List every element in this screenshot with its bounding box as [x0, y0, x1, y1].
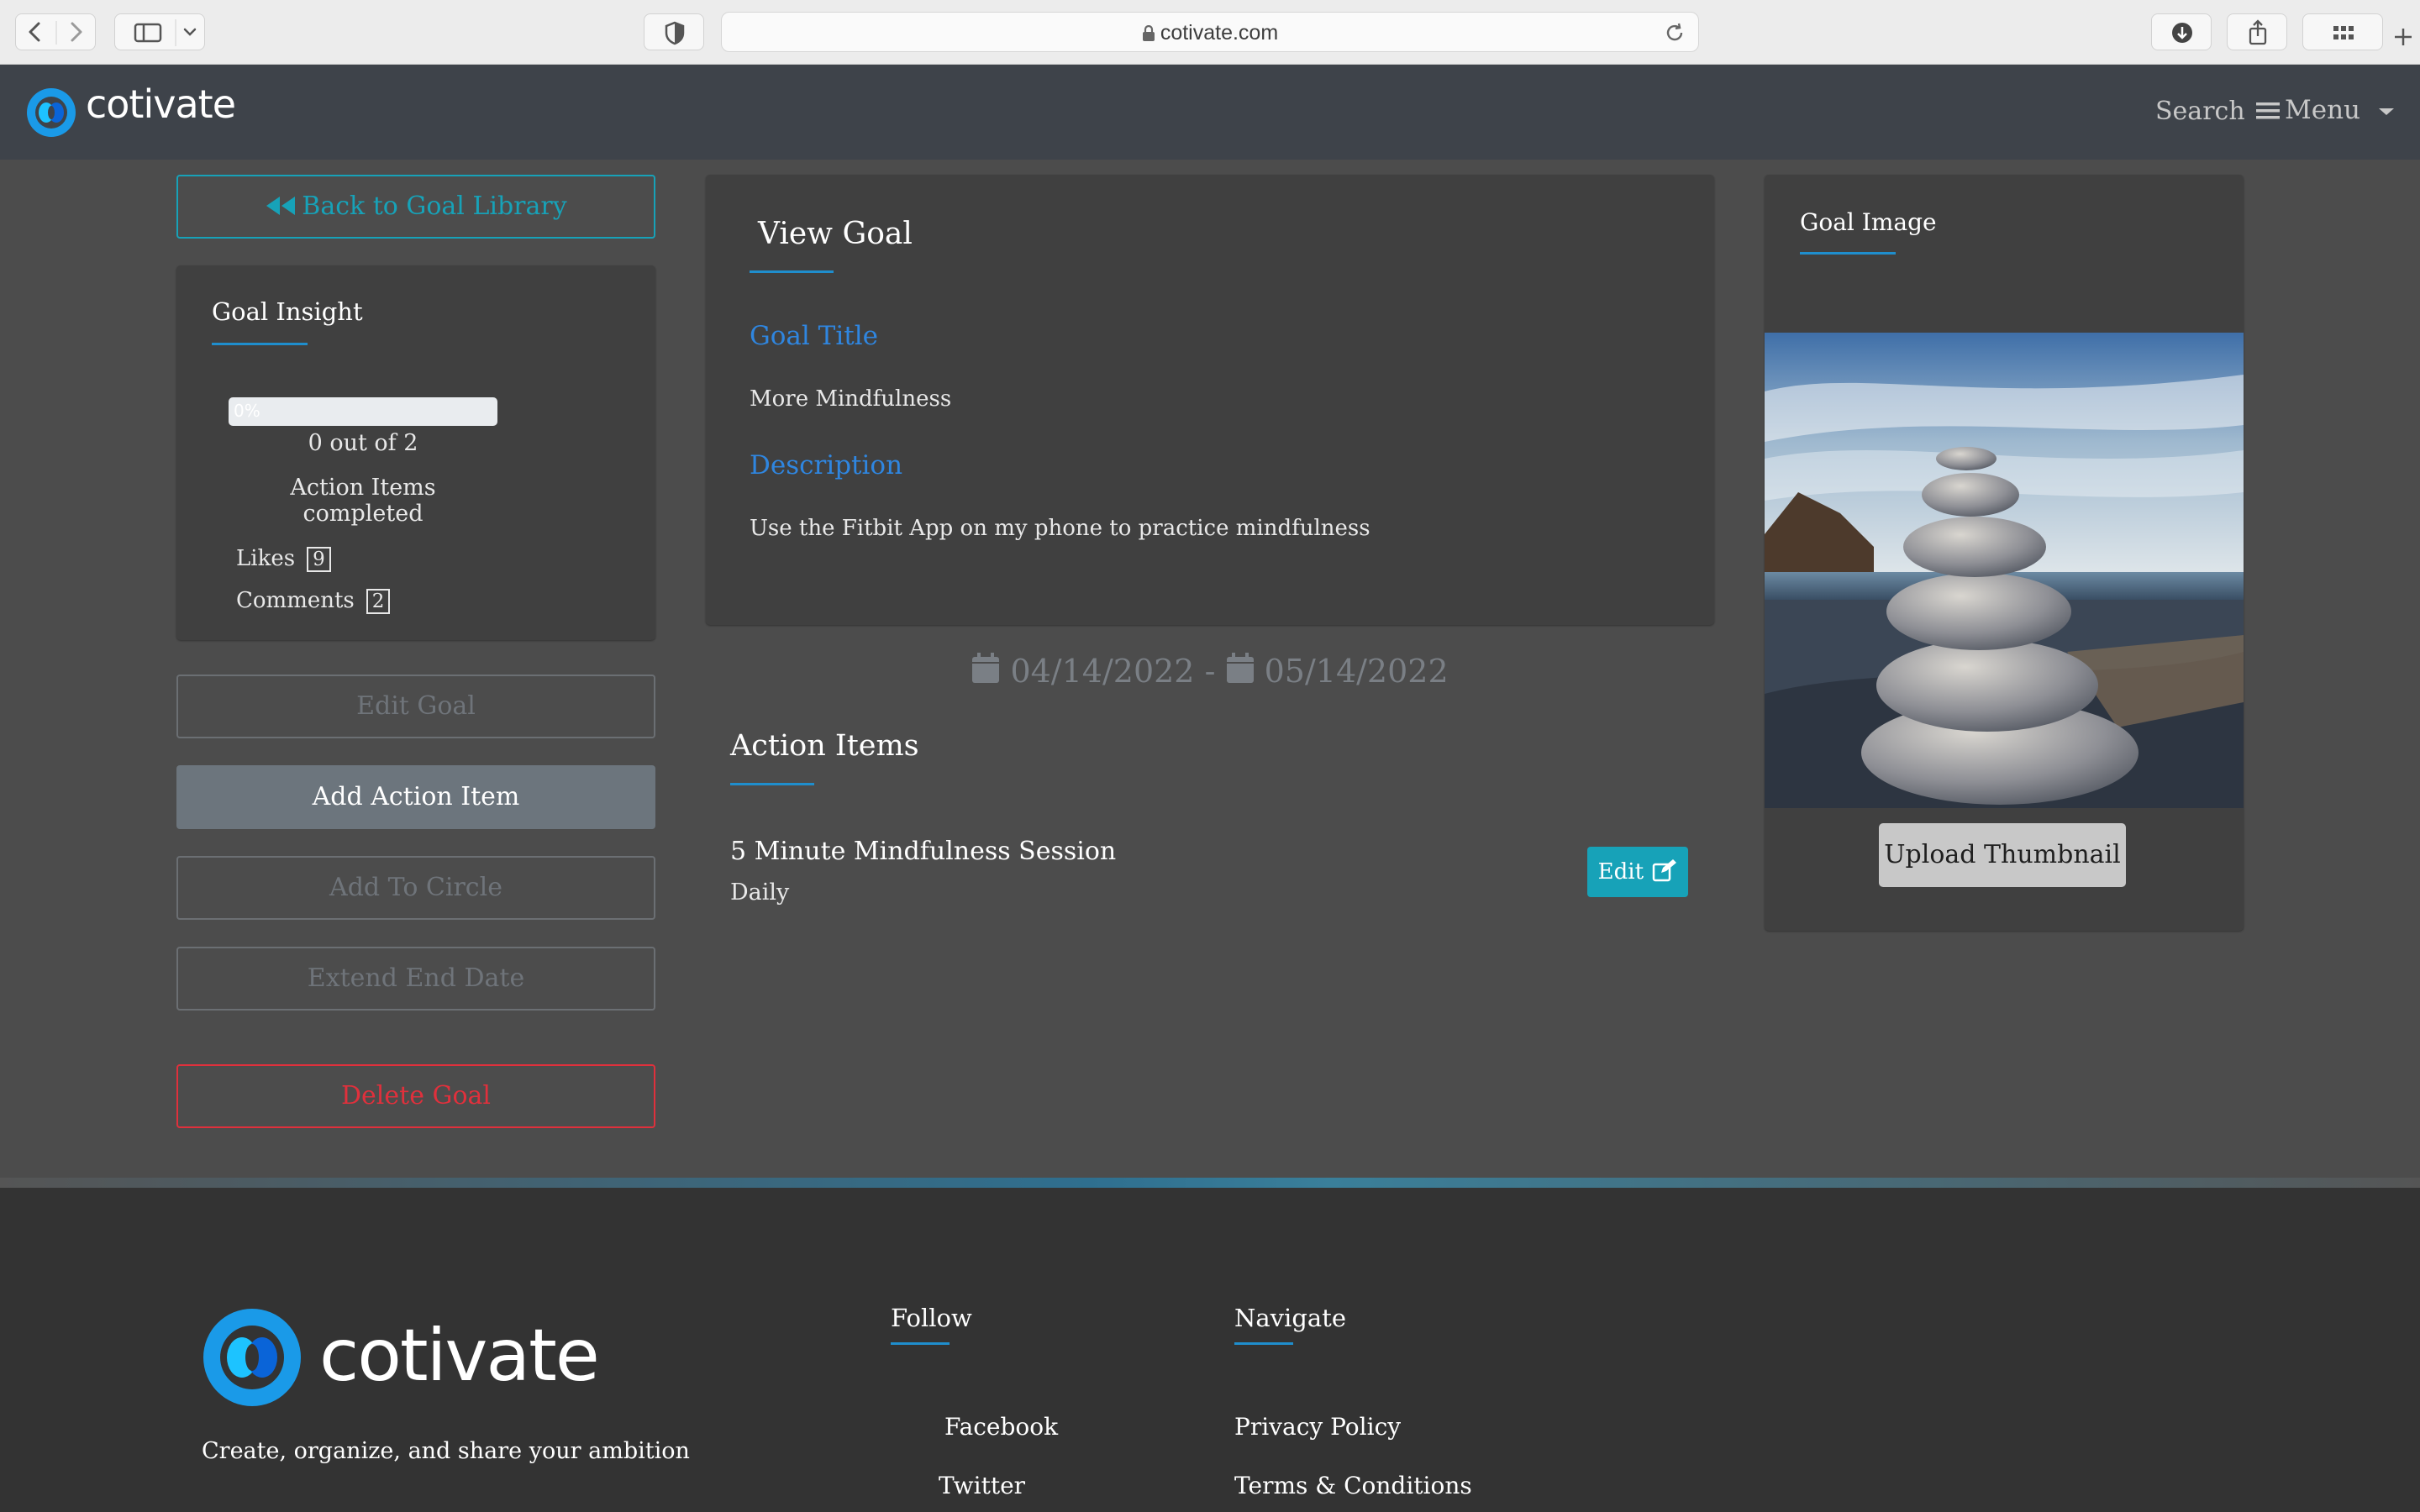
- description-label: Description: [750, 450, 903, 480]
- action-item-name: 5 Minute Mindfulness Session: [730, 837, 1117, 866]
- likes-count-badge: 9: [307, 547, 331, 572]
- footer-tagline: Create, organize, and share your ambitio…: [202, 1438, 690, 1464]
- likes-label: Likes: [236, 546, 296, 571]
- forward-icon[interactable]: [55, 13, 96, 50]
- title-underline: [1234, 1342, 1293, 1345]
- progress-text: 0%: [234, 401, 260, 421]
- reload-icon[interactable]: [1663, 21, 1686, 45]
- date-separator: -: [1204, 653, 1216, 690]
- delete-goal-button[interactable]: Delete Goal: [176, 1064, 655, 1128]
- follow-heading: Follow: [891, 1304, 972, 1332]
- edit-icon: [1652, 858, 1677, 882]
- goal-title-value: More Mindfulness: [750, 386, 952, 412]
- address-bar[interactable]: cotivate.com: [721, 12, 1699, 52]
- comments-label: Comments: [236, 588, 355, 613]
- back-to-goal-library-button[interactable]: Back to Goal Library: [176, 175, 655, 239]
- completed-count: 0 out of 2: [308, 430, 418, 456]
- goal-image-title: Goal Image: [1800, 208, 1937, 236]
- caret-down-icon: [2378, 107, 2394, 117]
- privacy-shield-icon[interactable]: [644, 13, 704, 50]
- title-underline: [891, 1342, 950, 1345]
- brand-name[interactable]: cotivate: [86, 81, 236, 127]
- hamburger-icon: [2256, 101, 2280, 121]
- start-date: 04/14/2022: [1010, 653, 1195, 690]
- navigate-heading: Navigate: [1234, 1304, 1346, 1332]
- title-underline: [730, 783, 814, 785]
- edit-goal-button[interactable]: Edit Goal: [176, 675, 655, 738]
- title-underline: [750, 270, 834, 273]
- footer-logo-icon[interactable]: [200, 1305, 304, 1410]
- view-goal-panel: View Goal Goal Title More Mindfulness De…: [706, 175, 1714, 625]
- site-header: cotivate Search Menu: [0, 65, 2420, 160]
- nav-search-link[interactable]: Search: [2155, 97, 2245, 126]
- lock-icon: [1142, 25, 1155, 42]
- tab-overview-icon[interactable]: [2302, 13, 2383, 50]
- terms-conditions-link[interactable]: Terms & Conditions: [1234, 1472, 1472, 1499]
- facebook-link[interactable]: Facebook: [944, 1413, 1058, 1441]
- end-date: 05/14/2022: [1264, 653, 1449, 690]
- title-underline: [212, 343, 308, 345]
- url-text: cotivate.com: [1160, 21, 1279, 45]
- new-tab-icon[interactable]: [2391, 25, 2415, 49]
- goal-image-panel: Goal Image Upload Thumbnail: [1765, 175, 2244, 931]
- add-action-item-button[interactable]: Add Action Item: [176, 765, 655, 829]
- progress-bar: 0%: [229, 397, 497, 426]
- edit-label: Edit: [1597, 859, 1644, 885]
- view-goal-title: View Goal: [758, 217, 913, 251]
- add-to-circle-button[interactable]: Add To Circle: [176, 856, 655, 920]
- goal-insight-title: Goal Insight: [212, 297, 363, 326]
- back-icon[interactable]: [15, 13, 55, 50]
- comments-count-badge: 2: [366, 589, 391, 614]
- extend-end-date-button[interactable]: Extend End Date: [176, 947, 655, 1011]
- chevron-down-icon[interactable]: [175, 13, 205, 50]
- privacy-policy-link[interactable]: Privacy Policy: [1234, 1413, 1401, 1441]
- calendar-icon: [1226, 652, 1255, 684]
- goal-title-label: Goal Title: [750, 321, 878, 351]
- downloads-icon[interactable]: [2151, 13, 2212, 50]
- completed-label: Action Items completed: [290, 475, 436, 527]
- upload-thumbnail-button[interactable]: Upload Thumbnail: [1879, 823, 2126, 887]
- action-items-title: Action Items: [730, 729, 919, 763]
- calendar-icon: [971, 652, 1000, 684]
- edit-action-item-button[interactable]: Edit: [1587, 847, 1688, 897]
- title-underline: [1800, 252, 1896, 255]
- cotivate-logo-icon[interactable]: [25, 87, 77, 139]
- nav-menu-toggle[interactable]: Menu: [2256, 95, 2394, 125]
- site-footer: cotivate Create, organize, and share you…: [0, 1188, 2420, 1512]
- description-value: Use the Fitbit App on my phone to practi…: [750, 516, 1370, 541]
- likes-row: Likes 9: [236, 546, 331, 572]
- browser-toolbar: cotivate.com: [0, 0, 2420, 65]
- footer-divider: [0, 1178, 2420, 1188]
- twitter-link[interactable]: Twitter: [939, 1472, 1025, 1499]
- menu-label: Menu: [2285, 95, 2361, 125]
- fast-backward-icon: [265, 195, 297, 217]
- footer-brand-name[interactable]: cotivate: [319, 1314, 600, 1398]
- comments-row: Comments 2: [236, 588, 391, 614]
- share-icon[interactable]: [2227, 13, 2287, 50]
- goal-date-range: 04/14/2022 - 05/14/2022: [706, 652, 1714, 690]
- back-label: Back to Goal Library: [302, 192, 567, 221]
- action-item-frequency: Daily: [730, 879, 790, 906]
- action-item-row: 5 Minute Mindfulness Session Daily Edit: [730, 832, 1688, 916]
- goal-insight-panel: Goal Insight 0% 0 out of 2 Action Items …: [176, 265, 655, 640]
- goal-thumbnail-image: [1765, 333, 2244, 808]
